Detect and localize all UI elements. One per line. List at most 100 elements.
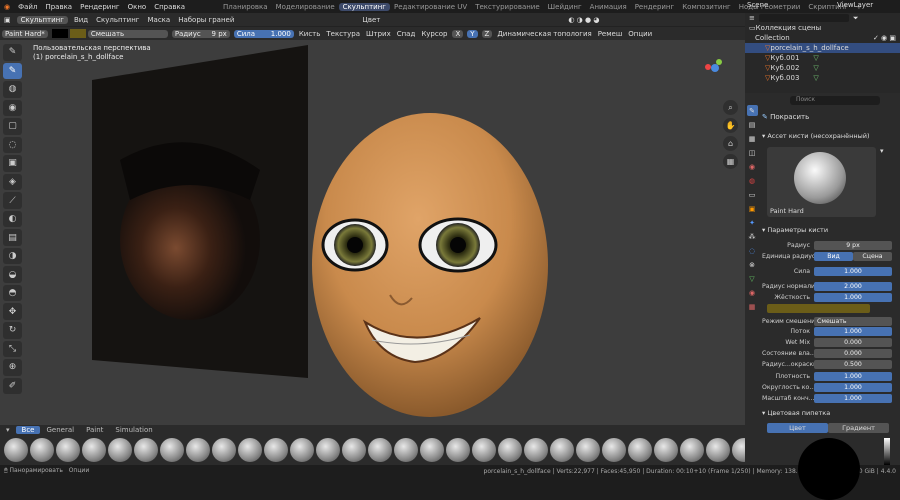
- brush-thumbnail[interactable]: [82, 438, 106, 462]
- viewport-scene[interactable]: [0, 40, 745, 425]
- prop-value[interactable]: 9 px: [814, 240, 892, 250]
- edit-face-set-icon[interactable]: ◒: [3, 266, 22, 283]
- params-section-header[interactable]: ▾ Параметры кисти: [762, 226, 828, 234]
- annotate-icon[interactable]: ✐: [3, 377, 22, 395]
- brush-thumbnail[interactable]: [498, 438, 522, 462]
- color-picker-section-header[interactable]: ▾ Цветовая пипетка: [762, 409, 830, 417]
- particles-tab-icon[interactable]: ⁂: [747, 231, 758, 242]
- scene-selector[interactable]: Scene: [747, 1, 768, 9]
- tab-geometry-nodes[interactable]: Ноды геометрии: [735, 3, 805, 11]
- blender-logo-icon[interactable]: ◉: [0, 3, 14, 11]
- outliner-item-cube3[interactable]: ▽ Куб.003 ▽: [745, 73, 900, 83]
- brush-thumbnail[interactable]: [108, 438, 132, 462]
- perspective-toggle-icon[interactable]: ▦: [723, 154, 738, 169]
- 3d-viewport[interactable]: Пользовательская перспектива (1) porcela…: [0, 40, 745, 425]
- shelf-tab-general[interactable]: General: [40, 426, 80, 434]
- brush-thumbnail[interactable]: [654, 438, 678, 462]
- brush-thumbnail[interactable]: [316, 438, 340, 462]
- prop-row-blend[interactable]: Режим смешения Смешать: [762, 316, 892, 326]
- scene-name[interactable]: Scene: [747, 1, 768, 9]
- menu-face-sets[interactable]: Наборы граней: [174, 16, 238, 24]
- brush-thumbnail[interactable]: [342, 438, 366, 462]
- prop-value[interactable]: 1.000: [814, 382, 892, 392]
- prop-row-tip-roundness[interactable]: Округлость ко... 1.000: [762, 382, 892, 392]
- shelf-collapse-icon[interactable]: ▾: [0, 426, 16, 434]
- prop-row-normal-radius[interactable]: Радиус нормали 2.000: [762, 281, 892, 291]
- menu-stroke[interactable]: Штрих: [363, 30, 394, 38]
- outliner-item-cube1[interactable]: ▽ Куб.001 ▽: [745, 53, 900, 63]
- tool-tab-icon[interactable]: ✎: [746, 105, 758, 116]
- brush-thumbnail[interactable]: [290, 438, 314, 462]
- smear-icon[interactable]: ◍: [3, 81, 22, 98]
- object-tab-icon[interactable]: ▣: [747, 203, 758, 214]
- gradient-tab[interactable]: Градиент: [828, 423, 889, 433]
- tab-uv[interactable]: Редактирование UV: [390, 3, 471, 11]
- strength-field[interactable]: Сила 1.000: [233, 29, 294, 38]
- color-field[interactable]: [767, 304, 870, 313]
- filter-icon[interactable]: ≡: [749, 14, 755, 22]
- outliner-search[interactable]: [758, 14, 849, 22]
- material-tab-icon[interactable]: ◉: [747, 287, 758, 298]
- prop-value[interactable]: 0.000: [814, 348, 892, 358]
- cloth-icon[interactable]: ◉: [3, 99, 22, 117]
- world-tab-icon[interactable]: ◍: [747, 175, 758, 186]
- prop-row-radius[interactable]: Радиус 9 px: [762, 240, 892, 250]
- value-slider[interactable]: [884, 438, 890, 465]
- mode-selector[interactable]: Скульптинг: [16, 15, 68, 24]
- color-tab[interactable]: Цвет: [767, 423, 828, 433]
- brush-thumbnail[interactable]: [602, 438, 626, 462]
- tab-animation[interactable]: Анимация: [586, 3, 631, 11]
- brush-thumbnail[interactable]: [576, 438, 600, 462]
- brush-thumbnail[interactable]: [706, 438, 730, 462]
- data-tab-icon[interactable]: ▽: [747, 273, 758, 284]
- options-menu[interactable]: Опции: [625, 30, 655, 38]
- funnel-icon[interactable]: ⏷: [853, 14, 859, 23]
- scene-tab-icon[interactable]: ◉: [747, 161, 758, 172]
- menu-edit[interactable]: Правка: [41, 3, 76, 11]
- menu-texture[interactable]: Текстура: [323, 30, 363, 38]
- menu-brush[interactable]: Кисть: [296, 30, 324, 38]
- color-wheel[interactable]: [798, 438, 860, 500]
- tab-sculpting[interactable]: Скульптинг: [338, 2, 390, 11]
- mask-by-color-icon[interactable]: ◓: [3, 284, 22, 302]
- zoom-icon[interactable]: ⌕: [723, 100, 738, 115]
- asset-section-header[interactable]: ▾ Ассет кисти (несохранённый): [762, 132, 870, 140]
- brush-thumbnail[interactable]: [394, 438, 418, 462]
- viewlayer-selector[interactable]: ViewLayer: [837, 1, 873, 9]
- brush-thumbnail[interactable]: [134, 438, 158, 462]
- visibility-icon[interactable]: ✓ ◉ ▣: [873, 34, 900, 42]
- viewlayer-name[interactable]: ViewLayer: [837, 1, 873, 9]
- unit-scene-button[interactable]: Сцена: [853, 251, 892, 261]
- prop-row-wet-mix[interactable]: Wet Mix 0.000: [762, 337, 892, 347]
- camera-icon[interactable]: ⌂: [723, 136, 738, 151]
- brush-thumbnail[interactable]: [264, 438, 288, 462]
- brush-thumbnail[interactable]: [368, 438, 392, 462]
- prop-value[interactable]: 1.000: [814, 371, 892, 381]
- tab-compositing[interactable]: Композитинг: [678, 3, 735, 11]
- shading-color-selector[interactable]: Цвет: [358, 16, 384, 24]
- viewport-shading-icon[interactable]: ◐ ◑ ● ◕: [564, 16, 603, 24]
- prop-value[interactable]: 1.000: [814, 266, 892, 276]
- shelf-tab-all[interactable]: Все: [15, 426, 41, 434]
- texture-tab-icon[interactable]: ▦: [747, 301, 758, 312]
- brush-thumbnail[interactable]: [420, 438, 444, 462]
- prop-value[interactable]: 1.000: [814, 393, 892, 403]
- brush-preview[interactable]: Paint Hard: [767, 147, 876, 217]
- tab-layout[interactable]: Планировка: [219, 3, 272, 11]
- menu-falloff[interactable]: Спад: [394, 30, 419, 38]
- render-tab-icon[interactable]: ▤: [747, 119, 758, 130]
- color-filter-icon[interactable]: ◑: [3, 247, 22, 265]
- modifier-tab-icon[interactable]: ✦: [747, 217, 758, 228]
- transform-icon[interactable]: ⊕: [3, 359, 22, 376]
- brush-thumbnail[interactable]: [524, 438, 548, 462]
- brush-thumbnail[interactable]: [160, 438, 184, 462]
- line-project-icon[interactable]: ⟋: [3, 192, 22, 209]
- menu-render[interactable]: Рендеринг: [76, 3, 124, 11]
- view-layer-tab-icon[interactable]: ◫: [747, 147, 758, 158]
- menu-file[interactable]: Файл: [14, 3, 41, 11]
- menu-view[interactable]: Вид: [70, 16, 92, 24]
- brush-thumbnail[interactable]: [472, 438, 496, 462]
- brush-thumbnail[interactable]: [212, 438, 236, 462]
- editor-type-icon[interactable]: ▣: [0, 16, 15, 24]
- prop-row-radius-unit[interactable]: Единица радиуса Вид Сцена: [762, 251, 892, 261]
